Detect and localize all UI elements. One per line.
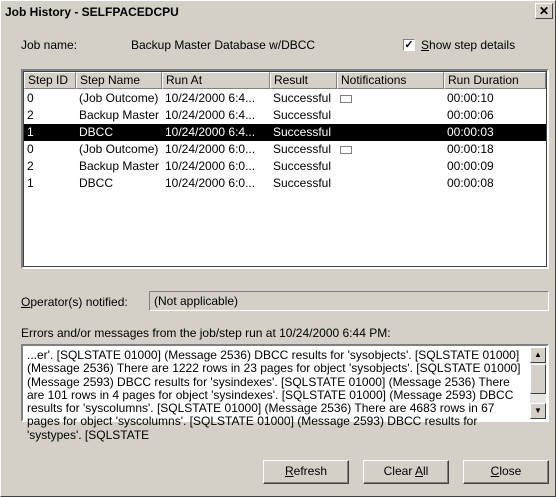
column-run-at[interactable]: Run At xyxy=(162,72,270,89)
list-header: Step ID Step Name Run At Result Notifica… xyxy=(24,72,546,89)
cell-step-name: Backup Master xyxy=(79,108,160,122)
table-row[interactable]: 2 Backup Master 10/24/2000 6:0... Successfu… xyxy=(24,158,546,175)
cell-result: Successful xyxy=(273,176,332,190)
cell-step-name: (Job Outcome) xyxy=(79,91,159,105)
cell-step-name: Backup Master xyxy=(79,159,160,173)
cell-notifications xyxy=(337,124,444,141)
job-name-label: Job name: xyxy=(21,38,78,52)
cell-run-at: 10/24/2000 6:0... xyxy=(165,176,256,190)
show-step-details-label[interactable]: Show step details xyxy=(421,38,515,52)
cell-result: Successful xyxy=(273,125,332,139)
cell-step-name: DBCC xyxy=(79,176,114,190)
cell-step-name: DBCC xyxy=(79,125,114,139)
column-step-id[interactable]: Step ID xyxy=(24,72,76,89)
cell-step-id: 1 xyxy=(27,176,34,190)
show-step-details-checkbox[interactable]: ✓ xyxy=(403,39,415,51)
cell-step-id: 0 xyxy=(27,142,34,156)
window-title: Job History - SELFPACEDCPU xyxy=(5,5,179,19)
table-row[interactable]: 0 (Job Outcome) 10/24/2000 6:0... Successfu… xyxy=(24,141,546,158)
job-history-dialog: Job History - SELFPACEDCPU ✕ Job name: B… xyxy=(0,0,556,497)
operators-value: (Not applicable) xyxy=(154,294,239,308)
cell-result: Successful xyxy=(273,91,332,105)
table-row[interactable]: 2 Backup Master 10/24/2000 6:4... Successfu… xyxy=(24,107,546,124)
cell-result: Successful xyxy=(273,108,332,122)
cell-step-name: (Job Outcome) xyxy=(79,142,159,156)
column-run-duration[interactable]: Run Duration xyxy=(444,72,546,89)
cell-run-at: 10/24/2000 6:0... xyxy=(165,142,256,156)
operators-field: (Not applicable) xyxy=(149,291,549,311)
refresh-button[interactable]: Refresh xyxy=(263,460,349,484)
mail-icon xyxy=(340,95,352,103)
column-notifications[interactable]: Notifications xyxy=(337,72,444,89)
cell-run-at: 10/24/2000 6:4... xyxy=(165,108,256,122)
title-bar: Job History - SELFPACEDCPU ✕ xyxy=(3,3,553,21)
clear-all-button[interactable]: Clear All xyxy=(363,460,449,484)
cell-run-at: 10/24/2000 6:4... xyxy=(165,125,256,139)
column-result[interactable]: Result xyxy=(270,72,337,89)
cell-step-id: 2 xyxy=(27,159,34,173)
cell-step-id: 2 xyxy=(27,108,34,122)
cell-notifications xyxy=(337,175,444,192)
cell-run-duration: 00:00:18 xyxy=(447,142,494,156)
table-row[interactable]: 0 (Job Outcome) 10/24/2000 6:4... Successfu… xyxy=(24,90,546,107)
close-button[interactable]: Close xyxy=(463,460,549,484)
cell-run-duration: 00:00:09 xyxy=(447,159,494,173)
cell-step-id: 1 xyxy=(27,125,34,139)
scroll-up-icon[interactable]: ▲ xyxy=(530,347,546,363)
mail-icon xyxy=(340,146,352,154)
cell-run-duration: 00:00:03 xyxy=(447,125,494,139)
cell-run-at: 10/24/2000 6:0... xyxy=(165,159,256,173)
cell-run-at: 10/24/2000 6:4... xyxy=(165,91,256,105)
cell-notifications xyxy=(337,107,444,124)
job-name-value: Backup Master Database w/DBCC xyxy=(131,38,316,52)
scroll-thumb[interactable] xyxy=(530,364,546,394)
column-step-name[interactable]: Step Name xyxy=(76,72,162,89)
cell-run-duration: 00:00:06 xyxy=(447,108,494,122)
cell-run-duration: 00:00:08 xyxy=(447,176,494,190)
messages-label: Errors and/or messages from the job/step… xyxy=(21,326,391,340)
cell-notifications xyxy=(337,141,444,158)
operators-label: Operator(s) notified: xyxy=(21,295,128,309)
job-history-list[interactable]: Step ID Step Name Run At Result Notifica… xyxy=(21,69,549,269)
messages-text: ...er'. [SQLSTATE 01000] (Message 2536) … xyxy=(27,348,521,442)
close-icon[interactable]: ✕ xyxy=(535,3,553,19)
cell-run-duration: 00:00:10 xyxy=(447,91,494,105)
cell-result: Successful xyxy=(273,159,332,173)
messages-textarea[interactable]: ...er'. [SQLSTATE 01000] (Message 2536) … xyxy=(21,344,549,441)
table-row[interactable]: 1 DBCC 10/24/2000 6:0... Successful 00:00:08 xyxy=(24,175,546,192)
cell-notifications xyxy=(337,158,444,175)
cell-result: Successful xyxy=(273,142,332,156)
table-row[interactable]: 1 DBCC 10/24/2000 6:4... Successful 00:00:03 xyxy=(24,124,546,141)
cell-notifications xyxy=(337,90,444,107)
cell-step-id: 0 xyxy=(27,91,34,105)
messages-scrollbar[interactable]: ▲ ▼ xyxy=(530,347,546,419)
scroll-down-icon[interactable]: ▼ xyxy=(530,403,546,419)
